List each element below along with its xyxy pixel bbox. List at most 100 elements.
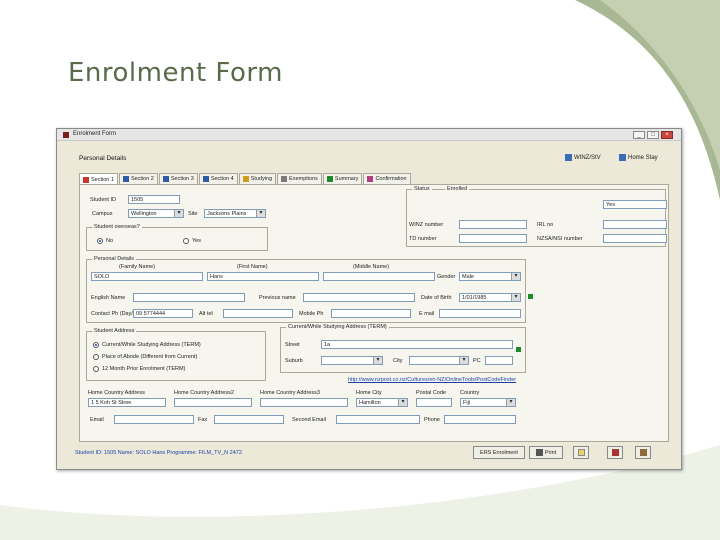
student-id-field[interactable]: 1505 [128,195,180,204]
current-address-group: Current/While Studying Address (TERM) St… [280,324,526,373]
status-text: Student ID: 1505 Name: SOLO Hans Program… [75,450,242,456]
winz-link-label: WINZ/StV [574,154,601,161]
second-email-label: Second Email [292,417,326,423]
close-form-button[interactable] [635,446,651,459]
list-icon [281,176,288,182]
dob-picker[interactable]: 1/01/1985 [459,293,521,302]
email2-field[interactable] [114,415,194,424]
student-id-label: Student ID [90,197,116,203]
print-label: Print [544,449,557,456]
tab-label: Summary [334,176,359,182]
winz-field[interactable] [459,220,527,229]
export-button[interactable] [607,446,623,459]
tab-section-3[interactable]: Section 3 [158,173,198,184]
postcode-finder-link[interactable]: http://www.nzpost.co.nz/Cultures/en-NZ/O… [348,377,516,383]
tab-label: Confirmation [375,176,407,182]
campus-select[interactable]: Wellington [128,209,184,218]
radio-label: 12 Month Prior Enrolment (TERM) [102,366,186,372]
radio-circle [93,354,99,360]
phone-field[interactable] [444,415,516,424]
winz-link[interactable]: WINZ/StV [565,154,601,161]
home-addr3-label: Home Country Address3 [260,390,320,396]
form-icon [162,176,169,182]
status-bar: Student ID: 1505 Name: SOLO Hans Program… [65,445,675,461]
radio-label: Current/While Studying Address (TERM) [102,342,201,348]
email-label: E mail [419,311,435,317]
second-email-field[interactable] [336,415,420,424]
ers-enrolment-label: ERS Enrolment [480,449,518,456]
home-city-label: Home City [356,390,382,396]
first-name-label: (First Name) [237,264,268,270]
irl-field[interactable] [603,220,667,229]
mobile-field[interactable] [331,309,411,318]
tab-section-4[interactable]: Section 4 [198,173,238,184]
fax-label: Fax [198,417,208,423]
td-label: TD number [409,236,437,242]
middle-name-field[interactable] [323,272,435,281]
fax-field[interactable] [214,415,284,424]
close-button[interactable]: × [661,131,673,139]
home-city-select[interactable]: Hamilton [356,398,408,407]
home-addr1-label: Home Country Address [88,390,145,396]
form-icon [122,176,129,182]
address-abode-radio[interactable]: Place of Abode (Different from Current) [93,354,197,360]
tab-label: Section 2 [130,176,154,182]
student-overseas-group: Student overseas? No Yes [86,224,268,251]
tab-label: Exemptions [289,176,318,182]
family-name-field[interactable]: SOLO [91,272,203,281]
postal-code-field[interactable] [416,398,452,407]
enrolment-form-window: Enrolment Form _ □ × Personal Details WI… [56,128,682,470]
pc-field[interactable] [485,356,513,365]
previous-name-field[interactable] [303,293,415,302]
alt-tel-label: Alt tel [199,311,213,317]
nsn-field[interactable] [603,234,667,243]
export-icon [611,449,619,456]
gender-label: Gender [437,274,456,280]
family-name-label: (Family Name) [119,264,156,270]
email-field[interactable] [439,309,521,318]
radio-circle [183,238,189,244]
home-addr2-field[interactable] [174,398,252,407]
td-field[interactable] [459,234,527,243]
address-current-radio[interactable]: Current/While Studying Address (TERM) [93,342,201,348]
alt-tel-field[interactable] [223,309,293,318]
window-titlebar: Enrolment Form _ □ × [57,129,681,141]
gender-select[interactable]: Male [459,272,521,281]
tab-label: Section 3 [170,176,194,182]
phone-label: Phone [424,417,440,423]
suburb-select[interactable] [321,356,383,365]
tab-section-2[interactable]: Section 2 [118,173,158,184]
contact-field[interactable]: 09 5774444 [133,309,193,318]
site-label: Site [188,211,198,217]
print-button[interactable]: Print [529,446,563,459]
tab-confirmation[interactable]: Confirmation [363,173,411,184]
ers-enrolment-button[interactable]: ERS Enrolment [473,446,525,459]
country-select[interactable]: Fiji [460,398,516,407]
pc-label: PC [473,358,481,364]
student-address-group: Student Address Current/While Studying A… [86,328,266,381]
form-icon [202,176,209,182]
minimize-button[interactable]: _ [633,131,645,139]
city-select[interactable] [409,356,469,365]
first-name-field[interactable]: Hans [207,272,319,281]
nsn-label: NZSA/NSI number [537,236,583,242]
street-field[interactable]: 1a [321,340,513,349]
overseas-no-radio[interactable]: No [97,238,113,244]
address-prior-radio[interactable]: 12 Month Prior Enrolment (TERM) [93,366,185,372]
home-addr3-field[interactable] [260,398,348,407]
section-title: Personal Details [79,155,127,162]
dob-status-indicator [528,294,533,299]
personal-details-caption: Personal Details [92,256,137,262]
home-stay-link[interactable]: Home Stay [619,154,658,161]
tab-studying[interactable]: Studying [238,173,277,184]
edit-button[interactable] [573,446,589,459]
english-name-field[interactable] [133,293,245,302]
tab-exemptions[interactable]: Exemptions [277,173,322,184]
status-flag-field[interactable]: Yes [603,200,667,209]
site-select[interactable]: Jacksons Plains [204,209,266,218]
tab-summary[interactable]: Summary [322,173,363,184]
home-addr1-field[interactable]: 1 5 Koh St Stree [88,398,166,407]
address-status-indicator [516,347,521,352]
maximize-button[interactable]: □ [647,131,659,139]
overseas-yes-radio[interactable]: Yes [183,238,201,244]
